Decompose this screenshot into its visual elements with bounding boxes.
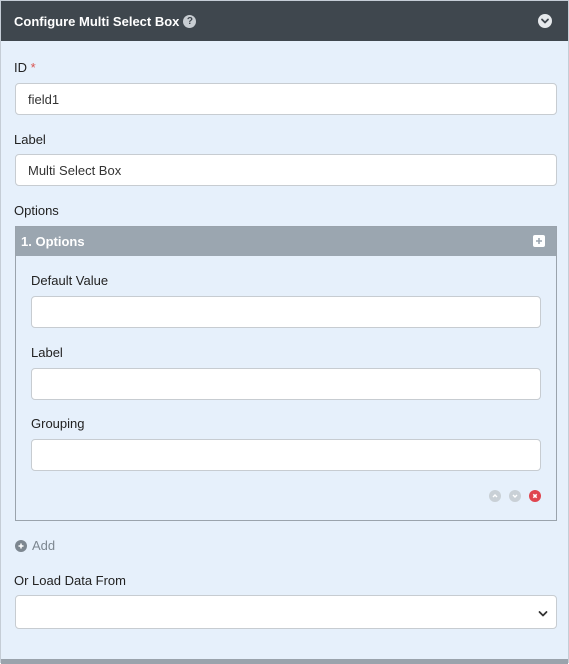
collapse-chevron-icon[interactable] xyxy=(538,14,552,28)
configure-panel: Configure Multi Select Box ? ID * field1… xyxy=(0,0,569,664)
default-value-label: Default Value xyxy=(31,273,109,288)
option-label-label: Label xyxy=(31,345,63,360)
add-option-button[interactable]: Add xyxy=(15,538,55,553)
grouping-input[interactable] xyxy=(31,439,541,471)
help-icon[interactable]: ? xyxy=(183,14,197,28)
option-item-title: 1. Options xyxy=(21,234,85,249)
move-down-icon[interactable] xyxy=(509,490,521,502)
select-chevron-icon xyxy=(537,607,549,625)
required-marker: * xyxy=(30,60,36,75)
add-label: Add xyxy=(32,538,56,553)
bottom-divider xyxy=(1,659,568,664)
remove-icon[interactable] xyxy=(529,490,541,502)
panel-title: Configure Multi Select Box xyxy=(14,13,180,29)
panel-header[interactable]: Configure Multi Select Box ? xyxy=(1,1,568,41)
add-plus-icon xyxy=(15,539,27,552)
grouping-label: Grouping xyxy=(31,416,85,431)
option-label-input[interactable] xyxy=(31,368,541,400)
expand-plus-icon[interactable] xyxy=(533,235,545,247)
label-label: Label xyxy=(14,132,46,147)
option-item-header[interactable]: 1. Options xyxy=(16,227,556,256)
move-up-icon[interactable] xyxy=(489,490,501,502)
option-item-panel: 1. Options Default Value Label Grouping xyxy=(15,226,557,521)
default-value-input[interactable] xyxy=(31,296,541,328)
id-input[interactable]: field1 xyxy=(15,83,557,115)
label-input-value: Multi Select Box xyxy=(28,162,122,178)
id-input-value: field1 xyxy=(28,91,60,107)
load-data-label: Or Load Data From xyxy=(14,573,126,588)
id-label-text: ID xyxy=(14,60,27,75)
label-input[interactable]: Multi Select Box xyxy=(15,154,557,186)
id-label: ID * xyxy=(14,60,36,75)
options-label: Options xyxy=(14,203,59,218)
load-data-select[interactable] xyxy=(15,595,557,629)
